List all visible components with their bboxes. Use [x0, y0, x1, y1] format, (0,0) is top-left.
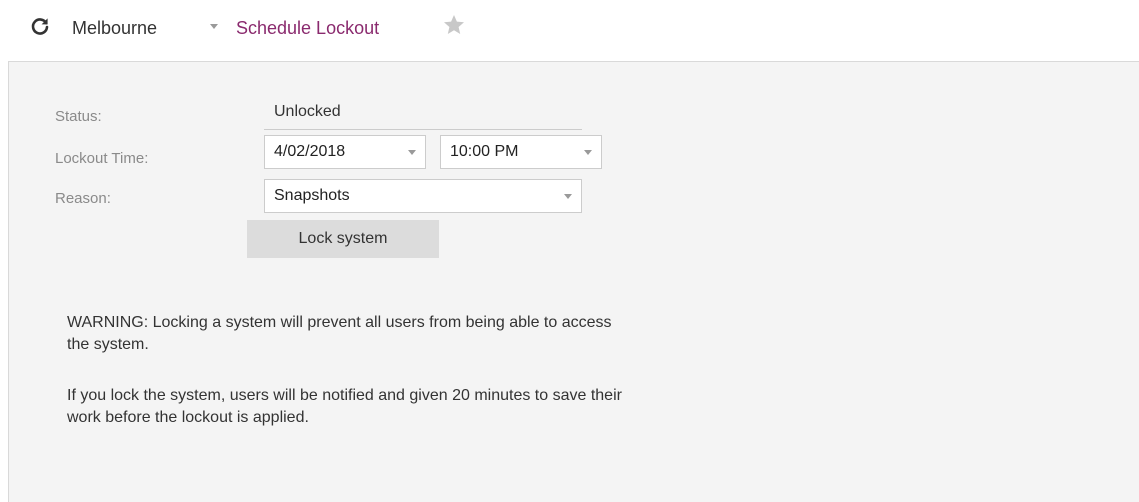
chevron-down-icon[interactable]	[210, 24, 218, 29]
status-label: Status:	[55, 108, 102, 125]
chevron-down-icon	[564, 194, 572, 199]
warning-text: WARNING: Locking a system will prevent a…	[67, 314, 612, 353]
chevron-down-icon	[408, 150, 416, 155]
notification-text: If you lock the system, users will be no…	[67, 387, 622, 426]
reason-label: Reason:	[55, 190, 111, 207]
lockout-date-select[interactable]: 4/02/2018	[264, 135, 426, 169]
breadcrumb-root[interactable]: Melbourne	[72, 16, 157, 40]
lockout-time-select[interactable]: 10:00 PM	[440, 135, 602, 169]
star-icon[interactable]	[442, 13, 466, 37]
lock-system-button[interactable]: Lock system	[247, 220, 439, 258]
refresh-icon[interactable]	[30, 16, 50, 36]
page-title[interactable]: Schedule Lockout	[236, 16, 379, 40]
lockout-panel: Status: Unlocked Lockout Time: 4/02/2018…	[8, 61, 1139, 502]
status-value-field: Unlocked	[264, 100, 582, 130]
reason-value: Snapshots	[274, 187, 350, 204]
status-value: Unlocked	[274, 103, 341, 120]
lockout-time-label: Lockout Time:	[55, 150, 149, 167]
chevron-down-icon	[584, 150, 592, 155]
lockout-date-value: 4/02/2018	[274, 143, 346, 160]
lockout-time-value: 10:00 PM	[450, 143, 519, 160]
reason-select[interactable]: Snapshots	[264, 179, 582, 213]
page-header: Melbourne Schedule Lockout	[0, 0, 1139, 60]
